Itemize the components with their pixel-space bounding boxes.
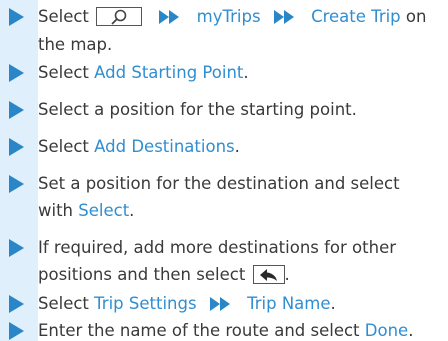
search-button-box <box>96 7 143 26</box>
step-6-line-2: positions and then select . <box>38 265 290 286</box>
select-text: Select <box>38 137 89 156</box>
step-2-line: Select Add Starting Point. <box>38 63 249 83</box>
bullet-arrow-icon <box>9 64 24 82</box>
trip-settings-label: Trip Settings <box>94 294 197 313</box>
bullet-arrow-icon <box>9 175 24 193</box>
add-starting-point-label: Add Starting Point <box>94 63 244 82</box>
step-5-line-2: with Select. <box>38 201 134 221</box>
bullet-arrow-icon <box>9 239 24 257</box>
step-8-line: Enter the name of the route and select D… <box>38 321 413 341</box>
bullet-arrow-icon <box>9 138 24 156</box>
forward-icon <box>209 296 230 311</box>
step-5-text: Set a position for the destination and s… <box>38 174 400 193</box>
step-6-text: If required, add more destinations for o… <box>38 238 397 257</box>
create-trip-label: Create Trip <box>311 7 401 26</box>
forward-icon <box>159 9 180 24</box>
step-6-line-1: If required, add more destinations for o… <box>38 238 396 258</box>
bullet-arrow-icon <box>9 8 24 26</box>
select-button-label: Select <box>78 201 130 220</box>
instruction-list: Select myTrips Create Trip on the map. S… <box>0 0 448 341</box>
period-text: . <box>408 321 414 340</box>
bullet-arrow-icon <box>9 101 24 119</box>
add-destinations-label: Add Destinations <box>94 137 235 156</box>
select-text: Select <box>38 294 89 313</box>
on-text: on <box>405 7 427 26</box>
the-map-text: the map. <box>38 35 113 54</box>
period-text: . <box>234 137 240 156</box>
forward-icon <box>273 9 294 24</box>
done-label: Done <box>364 321 409 340</box>
step-7-line: Select Trip Settings Trip Name. <box>38 294 336 314</box>
period-text: . <box>243 63 249 82</box>
trip-name-label: Trip Name <box>247 294 331 313</box>
step-3-text: Select a position for the starting point… <box>38 100 357 119</box>
back-icon <box>259 268 277 281</box>
step-6-text-2: positions and then select <box>38 265 246 284</box>
step-1-line-1: Select myTrips Create Trip on <box>38 7 426 28</box>
back-button-box <box>252 265 285 284</box>
step-8-text: Enter the name of the route and select <box>38 321 360 340</box>
select-text: Select <box>38 63 89 82</box>
step-5-line-1: Set a position for the destination and s… <box>38 174 400 194</box>
select-text: Select <box>38 7 89 26</box>
period-text: . <box>284 265 290 284</box>
step-1-line-2: the map. <box>38 35 112 55</box>
period-text: . <box>330 294 336 313</box>
period-text: . <box>129 201 135 220</box>
search-icon <box>111 9 127 24</box>
bullet-arrow-icon <box>9 295 24 313</box>
step-3-line: Select a position for the starting point… <box>38 100 357 120</box>
bullet-arrow-icon <box>9 322 24 340</box>
with-text: with <box>38 201 74 220</box>
mytrips-menu-label: myTrips <box>196 7 261 26</box>
step-4-line: Select Add Destinations. <box>38 137 240 157</box>
